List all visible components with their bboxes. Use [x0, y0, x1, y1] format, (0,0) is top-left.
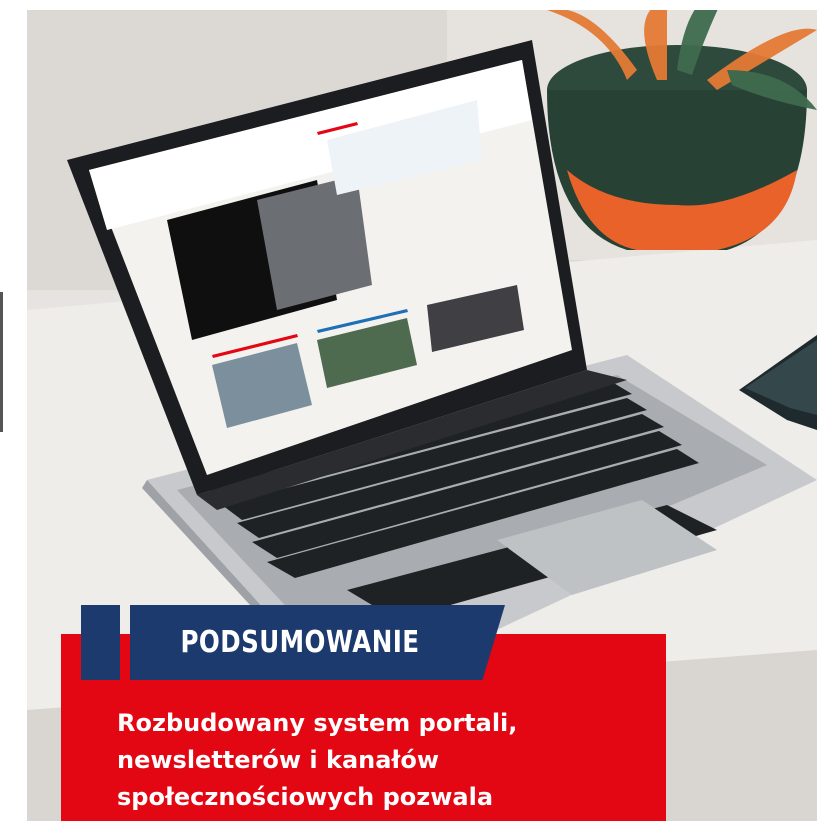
summary-banner-label: PODSUMOWANIE	[180, 625, 420, 660]
summary-accent-block	[81, 605, 120, 680]
summary-body-text: Rozbudowany system portali, newsletterów…	[117, 709, 518, 811]
summary-banner: PODSUMOWANIE	[130, 605, 505, 680]
page-edge-strip	[0, 292, 3, 432]
